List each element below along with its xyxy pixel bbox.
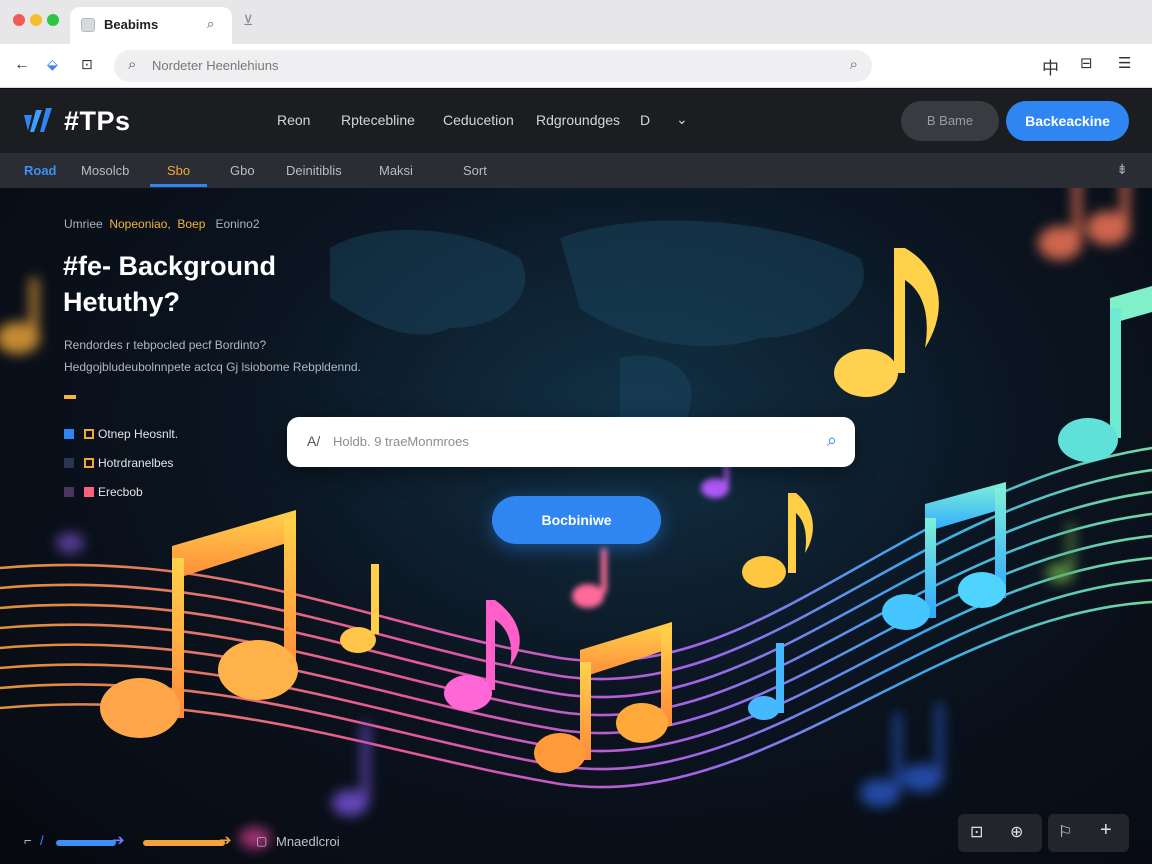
sub-navigation: Road Mosolcb Sbo Gbo Deinitiblis Maksi S… [0, 153, 1152, 188]
option-label: Hotrdranelbes [98, 456, 174, 470]
world-map-shape [330, 220, 864, 440]
option-bullet-icon [64, 458, 74, 468]
crumb-item[interactable]: Umriee [64, 217, 103, 231]
bookmark-icon[interactable]: ⊟ [1080, 54, 1093, 72]
bottom-label[interactable]: Mnaedlcroi [276, 834, 340, 849]
checkbox-icon[interactable] [84, 487, 94, 497]
browser-tab-bar: Beabims ⌕ ⊻ [0, 0, 1152, 44]
square-icon[interactable]: ⊡ [970, 822, 983, 842]
page-title: #fe- Background Hetuthy? [63, 248, 276, 320]
note-icon: ▢ [256, 834, 268, 848]
option-item[interactable]: Otnep Heosnlt. [64, 427, 178, 441]
add-icon[interactable]: + [1100, 819, 1112, 842]
nav-item-rdgroundges[interactable]: Rdgroundges [536, 112, 620, 128]
option-bullet-icon [64, 487, 74, 497]
mint-note-icon [1058, 286, 1152, 462]
comment-icon[interactable]: ⌐ [24, 833, 32, 848]
address-search-icon[interactable]: ⌕ [850, 56, 858, 73]
cta-button[interactable]: Bocbiniwe [492, 496, 661, 544]
subtab-sort[interactable]: Sort [463, 163, 487, 178]
accent-dash [64, 395, 76, 399]
toolbar-group: ⊡ ⊕ [958, 814, 1042, 852]
translate-icon[interactable]: 中 [1042, 54, 1059, 79]
title-line: #fe- Background [63, 251, 277, 281]
title-line: Hetuthy? [63, 287, 180, 317]
option-bullet-icon [64, 429, 74, 439]
yellow-note-icon [742, 493, 813, 588]
address-field[interactable]: ⌕ Nordeter Heenlehiuns ⌕ [114, 50, 872, 82]
browser-tab[interactable]: Beabims ⌕ [70, 7, 232, 44]
small-note-icon [340, 564, 379, 653]
maximize-window-button[interactable] [47, 14, 59, 26]
nav-item-extra[interactable]: D [640, 112, 650, 128]
crumb-item[interactable]: Eonino2 [215, 217, 259, 231]
search-input[interactable]: Holdb. 9 traeMonmroes [333, 434, 469, 449]
breadcrumb: Umriee Nopeoniao, Boep Eonino2 [64, 217, 260, 231]
option-item[interactable]: Hotrdranelbes [64, 456, 173, 470]
crumb-item[interactable]: Nopeoniao, [109, 217, 170, 231]
toolbar-group: ⚐ + [1048, 814, 1129, 852]
subtab-sbo[interactable]: Sbo [167, 163, 190, 178]
address-text: Nordeter Heenlehiuns [152, 58, 279, 73]
slash-icon: / [40, 833, 44, 848]
flag-icon[interactable]: ⚐ [1058, 822, 1072, 842]
site-header: #TPs Reon Rptecebline Ceducetion Rdgroun… [0, 89, 1152, 153]
option-item[interactable]: Erecbob [64, 485, 143, 499]
subtab-maksi[interactable]: Maksi [379, 163, 413, 178]
blue-progress-line [56, 840, 116, 846]
active-tab-underline [150, 184, 207, 187]
search-prefix: A/ [307, 433, 321, 449]
tab-title: Beabims [104, 17, 159, 32]
menu-icon[interactable]: ☰ [1118, 54, 1131, 72]
arrow-right-icon: ➔ [219, 832, 232, 849]
crumb-item[interactable]: Boep [177, 217, 205, 231]
option-label: Otnep Heosnlt. [98, 427, 179, 441]
description-line: Rendordes r tebpocled pecf Bordinto? [64, 338, 267, 352]
collapse-icon[interactable]: ⇟ [1116, 161, 1128, 178]
subtab-deinitiblis[interactable]: Deinitiblis [286, 163, 342, 178]
subtab-gbo[interactable]: Gbo [230, 163, 255, 178]
search-box[interactable]: A/ Holdb. 9 traeMonmroes ⌕ [287, 417, 855, 467]
split-icon[interactable]: ⊕ [1010, 822, 1023, 842]
share-icon[interactable]: ⊡ [81, 56, 93, 73]
secondary-button[interactable]: B Bame [901, 101, 999, 141]
primary-button[interactable]: Backeackine [1006, 101, 1129, 141]
close-window-button[interactable] [13, 14, 25, 26]
nav-item-rptecebline[interactable]: Rptecebline [341, 112, 415, 128]
new-tab-icon[interactable]: ⊻ [243, 12, 253, 29]
subtab-mosolcb[interactable]: Mosolcb [81, 163, 129, 178]
search-icon: ⌕ [128, 56, 137, 73]
back-arrow-icon[interactable]: ← [14, 56, 30, 74]
page-favicon-icon [81, 18, 95, 32]
search-icon[interactable]: ⌕ [827, 430, 837, 451]
option-label: Erecbob [98, 485, 143, 499]
minimize-window-button[interactable] [30, 14, 42, 26]
pink-note-icon [444, 600, 520, 711]
subtab-road[interactable]: Road [24, 163, 57, 178]
checkbox-icon[interactable] [84, 458, 94, 468]
hero-section: Umriee Nopeoniao, Boep Eonino2 #fe- Back… [0, 188, 1152, 864]
extension-icon[interactable]: ⬙ [47, 56, 58, 73]
chevron-down-icon[interactable]: ⌄ [676, 111, 688, 128]
site-logo-text[interactable]: #TPs [64, 106, 131, 137]
description-line: Hedgojbludeubolnnpete actcq Gj lsiobome … [64, 360, 361, 374]
arrow-right-icon: ➔ [112, 832, 125, 849]
tab-search-icon[interactable]: ⌕ [207, 16, 214, 32]
logo-icon[interactable] [22, 106, 58, 136]
hero-description: Rendordes r tebpocled pecf Bordinto? Hed… [64, 334, 361, 378]
nav-item-ceducetion[interactable]: Ceducetion [443, 112, 514, 128]
checkbox-icon[interactable] [84, 429, 94, 439]
nav-item-reon[interactable]: Reon [277, 112, 310, 128]
address-bar-row: ← ⬙ ⊡ ⌕ Nordeter Heenlehiuns ⌕ 中 ⊟ ☰ [0, 44, 1152, 88]
orange-progress-line [143, 840, 225, 846]
cyan-note-icon [882, 482, 1006, 630]
